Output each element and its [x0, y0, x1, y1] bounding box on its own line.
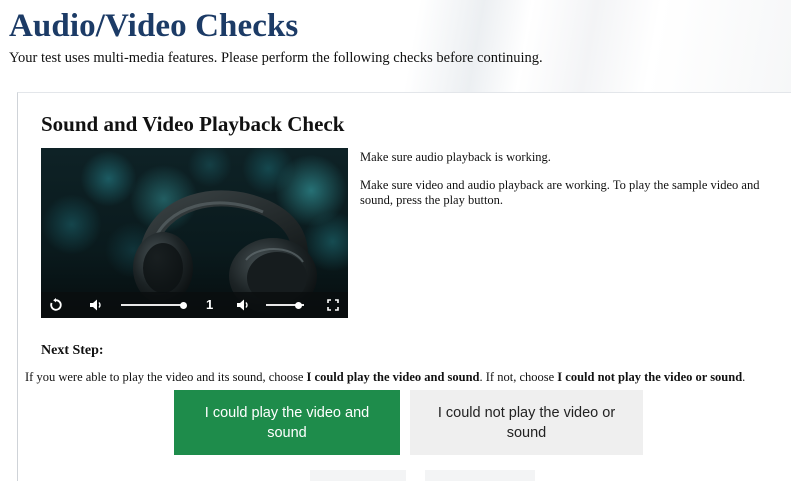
replay-icon[interactable]	[45, 292, 67, 318]
instruction-no-option: I could not play the video or sound	[557, 370, 743, 384]
page-subtitle: Your test uses multi-media features. Ple…	[9, 50, 543, 66]
instruction-text: .	[742, 370, 746, 384]
fullscreen-icon[interactable]	[322, 292, 344, 318]
page-header: Audio/Video Checks Your test uses multi-…	[0, 0, 791, 92]
volume-icon[interactable]	[85, 292, 107, 318]
instruction-yes-option: I could play the video and sound	[306, 370, 480, 384]
could-play-button[interactable]: I could play the video and sound	[174, 390, 400, 455]
speed-label[interactable]: 1	[206, 292, 213, 318]
footer-divider	[425, 470, 535, 481]
page-title: Audio/Video Checks	[9, 8, 299, 44]
instruction-text: . If not, choose	[479, 370, 558, 384]
could-not-play-button[interactable]: I could not play the video or sound	[410, 390, 643, 455]
progress-thumb[interactable]	[179, 301, 187, 309]
video-instruction: Make sure video and audio playback are w…	[360, 178, 760, 207]
next-step-title: Next Step:	[41, 343, 104, 358]
volume-thumb[interactable]	[294, 301, 302, 309]
audio-instruction: Make sure audio playback is working.	[360, 150, 551, 164]
section-title: Sound and Video Playback Check	[41, 112, 345, 136]
footer-divider	[310, 470, 406, 481]
volume-icon[interactable]	[232, 292, 254, 318]
video-player[interactable]: 1	[41, 148, 348, 318]
instruction-text: If you were able to play the video and i…	[25, 370, 307, 384]
next-step-instruction: If you were able to play the video and i…	[25, 370, 791, 385]
video-control-bar: 1	[41, 292, 348, 318]
progress-slider[interactable]	[121, 304, 183, 306]
